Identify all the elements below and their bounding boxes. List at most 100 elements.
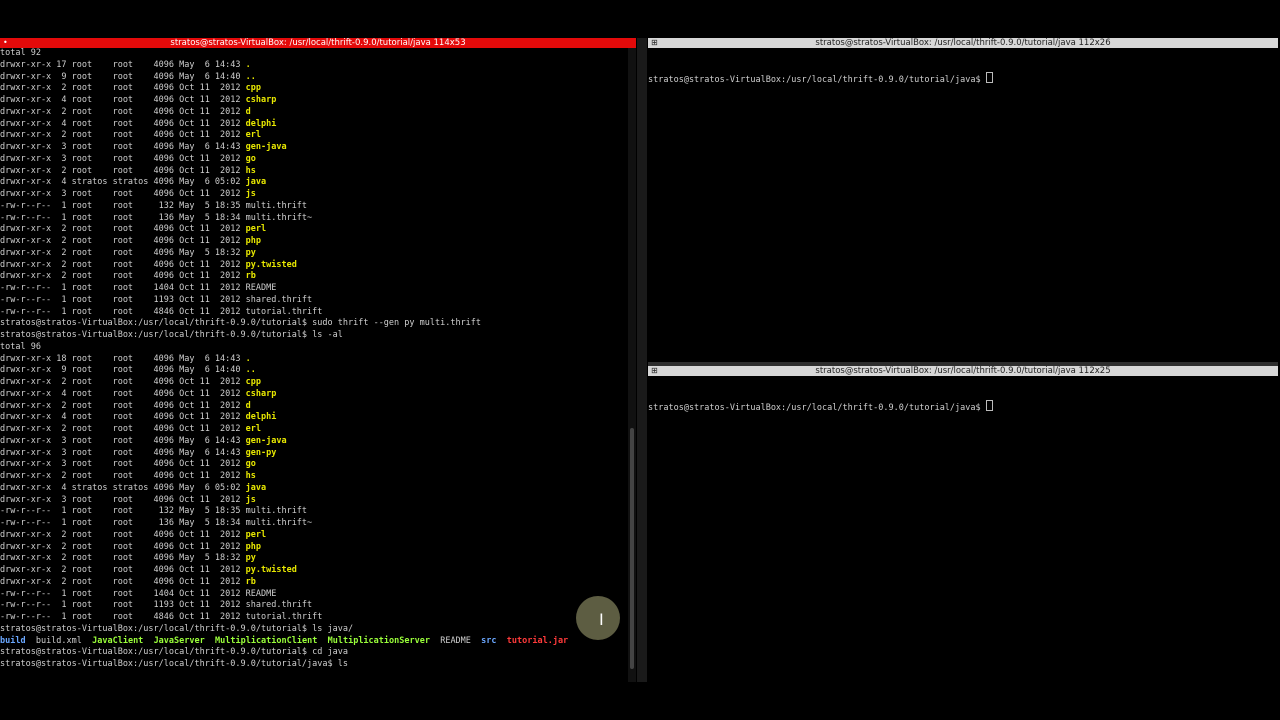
text-cursor [985, 71, 993, 83]
terminal-text: drwxr-xr-x 4 stratos stratos 4096 May 6 … [0, 177, 246, 188]
file-entry-name: cpp [245, 83, 261, 94]
terminal-line: stratos@stratos-VirtualBox:/usr/local/th… [0, 659, 636, 671]
terminal-line: stratos@stratos-VirtualBox:/usr/local/th… [0, 330, 636, 342]
terminal-text: -rw-r--r-- 1 root root 1404 Oct 11 2012 … [0, 283, 277, 293]
file-entry-name: rb [245, 576, 256, 587]
terminal-line: -rw-r--r-- 1 root root 136 May 5 18:34 m… [0, 213, 636, 225]
terminal-left[interactable]: • stratos@stratos-VirtualBox: /usr/local… [0, 38, 636, 682]
terminal-left-output[interactable]: total 92 drwxr-xr-x 17 root root 4096 May… [0, 48, 636, 682]
file-entry-name: cpp [245, 377, 261, 387]
terminal-text: -rw-r--r-- 1 root root 132 May 5 18:35 m… [0, 200, 308, 211]
terminal-line: drwxr-xr-x 2 root root 4096 Oct 11 2012 … [0, 377, 636, 389]
terminal-line: drwxr-xr-x 3 root root 4096 Oct 11 2012 … [0, 189, 636, 201]
terminal-line: drwxr-xr-x 17 root root 4096 May 6 14:43… [0, 60, 636, 72]
terminal-text: stratos@stratos-VirtualBox:/usr/local/th… [0, 647, 348, 658]
terminal-line: -rw-r--r-- 1 root root 1404 Oct 11 2012 … [0, 589, 636, 601]
terminal-line: -rw-r--r-- 1 root root 136 May 5 18:34 m… [0, 518, 636, 530]
terminal-prompt: stratos@stratos-VirtualBox:/usr/local/th… [648, 74, 986, 85]
file-entry-name: .. [245, 71, 256, 82]
terminal-text: drwxr-xr-x 2 root root 4096 Oct 11 2012 [0, 236, 246, 246]
terminal-text: drwxr-xr-x 3 root root 4096 Oct 11 2012 [0, 153, 246, 164]
file-entry-name: hs [245, 165, 256, 176]
file-entry-name: go [245, 459, 256, 470]
terminal-left-scrollbar[interactable] [628, 48, 636, 682]
terminal-line: drwxr-xr-x 2 root root 4096 Oct 11 2012 … [0, 530, 636, 542]
terminal-line: drwxr-xr-x 2 root root 4096 Oct 11 2012 … [0, 542, 636, 554]
terminal-line: drwxr-xr-x 3 root root 4096 May 6 14:43 … [0, 142, 636, 154]
terminal-text: drwxr-xr-x 2 root root 4096 Oct 11 2012 [0, 165, 246, 176]
terminal-text: drwxr-xr-x 18 root root 4096 May 6 14:43 [0, 353, 246, 364]
terminal-text: drwxr-xr-x 3 root root 4096 Oct 11 2012 [0, 494, 246, 505]
terminal-text: drwxr-xr-x 2 root root 4096 Oct 11 2012 [0, 565, 246, 575]
terminal-text: drwxr-xr-x 4 root root 4096 Oct 11 2012 [0, 118, 246, 129]
file-entry-name: d [245, 106, 251, 117]
terminal-text: -rw-r--r-- 1 root root 1193 Oct 11 2012 … [0, 600, 313, 611]
terminal-line: build build.xml JavaClient JavaServer Mu… [0, 636, 636, 648]
split-pane-icon[interactable]: ⊞ [651, 38, 658, 48]
terminal-right-top-output[interactable]: stratos@stratos-VirtualBox:/usr/local/th… [648, 48, 1278, 362]
split-pane-icon[interactable]: ⊞ [651, 366, 658, 376]
terminal-text: stratos@stratos-VirtualBox:/usr/local/th… [0, 318, 482, 329]
terminal-line: drwxr-xr-x 2 root root 4096 Oct 11 2012 … [0, 565, 636, 577]
terminal-line: total 96 [0, 342, 636, 354]
text-cursor [985, 399, 993, 411]
terminal-right-top[interactable]: ⊞ stratos@stratos-VirtualBox: /usr/local… [648, 38, 1278, 362]
file-entry-name: gen-py [245, 447, 277, 458]
terminal-line: drwxr-xr-x 2 root root 4096 Oct 11 2012 … [0, 424, 636, 436]
terminal-line: drwxr-xr-x 3 root root 4096 Oct 11 2012 … [0, 459, 636, 471]
file-entry-name: d [245, 400, 251, 411]
terminal-text: drwxr-xr-x 2 root root 4096 Oct 11 2012 [0, 106, 246, 117]
terminal-line: drwxr-xr-x 9 root root 4096 May 6 14:40 … [0, 365, 636, 377]
file-entry-name: build [0, 635, 26, 646]
terminal-line: drwxr-xr-x 2 root root 4096 May 5 18:32 … [0, 553, 636, 565]
terminal-line: drwxr-xr-x 4 stratos stratos 4096 May 6 … [0, 177, 636, 189]
window-menu-icon[interactable]: • [3, 38, 8, 48]
terminal-text: stratos@stratos-VirtualBox:/usr/local/th… [0, 330, 343, 340]
terminal-text: -rw-r--r-- 1 root root 4846 Oct 11 2012 … [0, 612, 323, 622]
terminal-text: drwxr-xr-x 4 root root 4096 Oct 11 2012 [0, 95, 246, 105]
file-entry-name: hs [245, 471, 256, 481]
terminal-right-top-title: stratos@stratos-VirtualBox: /usr/local/t… [815, 38, 1111, 48]
ibeam-cursor-icon: I [599, 610, 604, 629]
file-entry-name: csharp [245, 388, 277, 399]
terminal-line: drwxr-xr-x 2 root root 4096 May 5 18:32 … [0, 248, 636, 260]
terminal-right-bottom-titlebar[interactable]: ⊞ stratos@stratos-VirtualBox: /usr/local… [648, 366, 1278, 376]
file-entry-name: java [245, 177, 267, 188]
terminal-text: drwxr-xr-x 4 root root 4096 Oct 11 2012 [0, 388, 246, 399]
file-entry-name: delphi [245, 118, 277, 129]
terminal-line: drwxr-xr-x 4 root root 4096 Oct 11 2012 … [0, 119, 636, 131]
file-entry-name: perl [245, 529, 267, 540]
terminal-line: stratos@stratos-VirtualBox:/usr/local/th… [0, 624, 636, 636]
file-entry-name: delphi [245, 412, 277, 423]
mouse-highlight [576, 596, 620, 640]
terminal-left-titlebar[interactable]: • stratos@stratos-VirtualBox: /usr/local… [0, 38, 636, 48]
scrollbar-thumb[interactable] [630, 428, 634, 670]
terminal-text: -rw-r--r-- 1 root root 1404 Oct 11 2012 … [0, 588, 277, 599]
file-entry-name: gen-java [245, 435, 287, 446]
file-entry-name: py [245, 553, 256, 564]
terminal-text: build.xml [25, 635, 93, 646]
terminal-line: drwxr-xr-x 2 root root 4096 Oct 11 2012 … [0, 224, 636, 236]
terminal-text: drwxr-xr-x 2 root root 4096 Oct 11 2012 [0, 271, 246, 282]
file-entry-name: tutorial.jar [506, 635, 569, 646]
terminal-right-bottom[interactable]: ⊞ stratos@stratos-VirtualBox: /usr/local… [648, 366, 1278, 682]
terminal-text: drwxr-xr-x 3 root root 4096 Oct 11 2012 [0, 459, 246, 470]
terminal-text: drwxr-xr-x 3 root root 4096 May 6 14:43 [0, 447, 246, 458]
terminal-text: drwxr-xr-x 2 root root 4096 Oct 11 2012 [0, 259, 246, 270]
terminal-text: stratos@stratos-VirtualBox:/usr/local/th… [0, 659, 348, 669]
terminal-line: drwxr-xr-x 4 stratos stratos 4096 May 6 … [0, 483, 636, 495]
terminal-line: drwxr-xr-x 18 root root 4096 May 6 14:43… [0, 354, 636, 366]
pane-divider[interactable] [637, 38, 647, 682]
terminal-right-top-titlebar[interactable]: ⊞ stratos@stratos-VirtualBox: /usr/local… [648, 38, 1278, 48]
terminal-text: README [429, 635, 482, 646]
file-entry-name: src [481, 635, 497, 646]
terminal-line: stratos@stratos-VirtualBox:/usr/local/th… [0, 647, 636, 659]
terminal-line: -rw-r--r-- 1 root root 4846 Oct 11 2012 … [0, 307, 636, 319]
terminal-text: total 92 [0, 48, 41, 58]
terminal-text: drwxr-xr-x 4 root root 4096 Oct 11 2012 [0, 412, 246, 423]
terminal-right-bottom-output[interactable]: stratos@stratos-VirtualBox:/usr/local/th… [648, 376, 1278, 682]
terminal-text: drwxr-xr-x 2 root root 4096 Oct 11 2012 [0, 529, 246, 540]
file-entry-name: php [245, 236, 261, 246]
